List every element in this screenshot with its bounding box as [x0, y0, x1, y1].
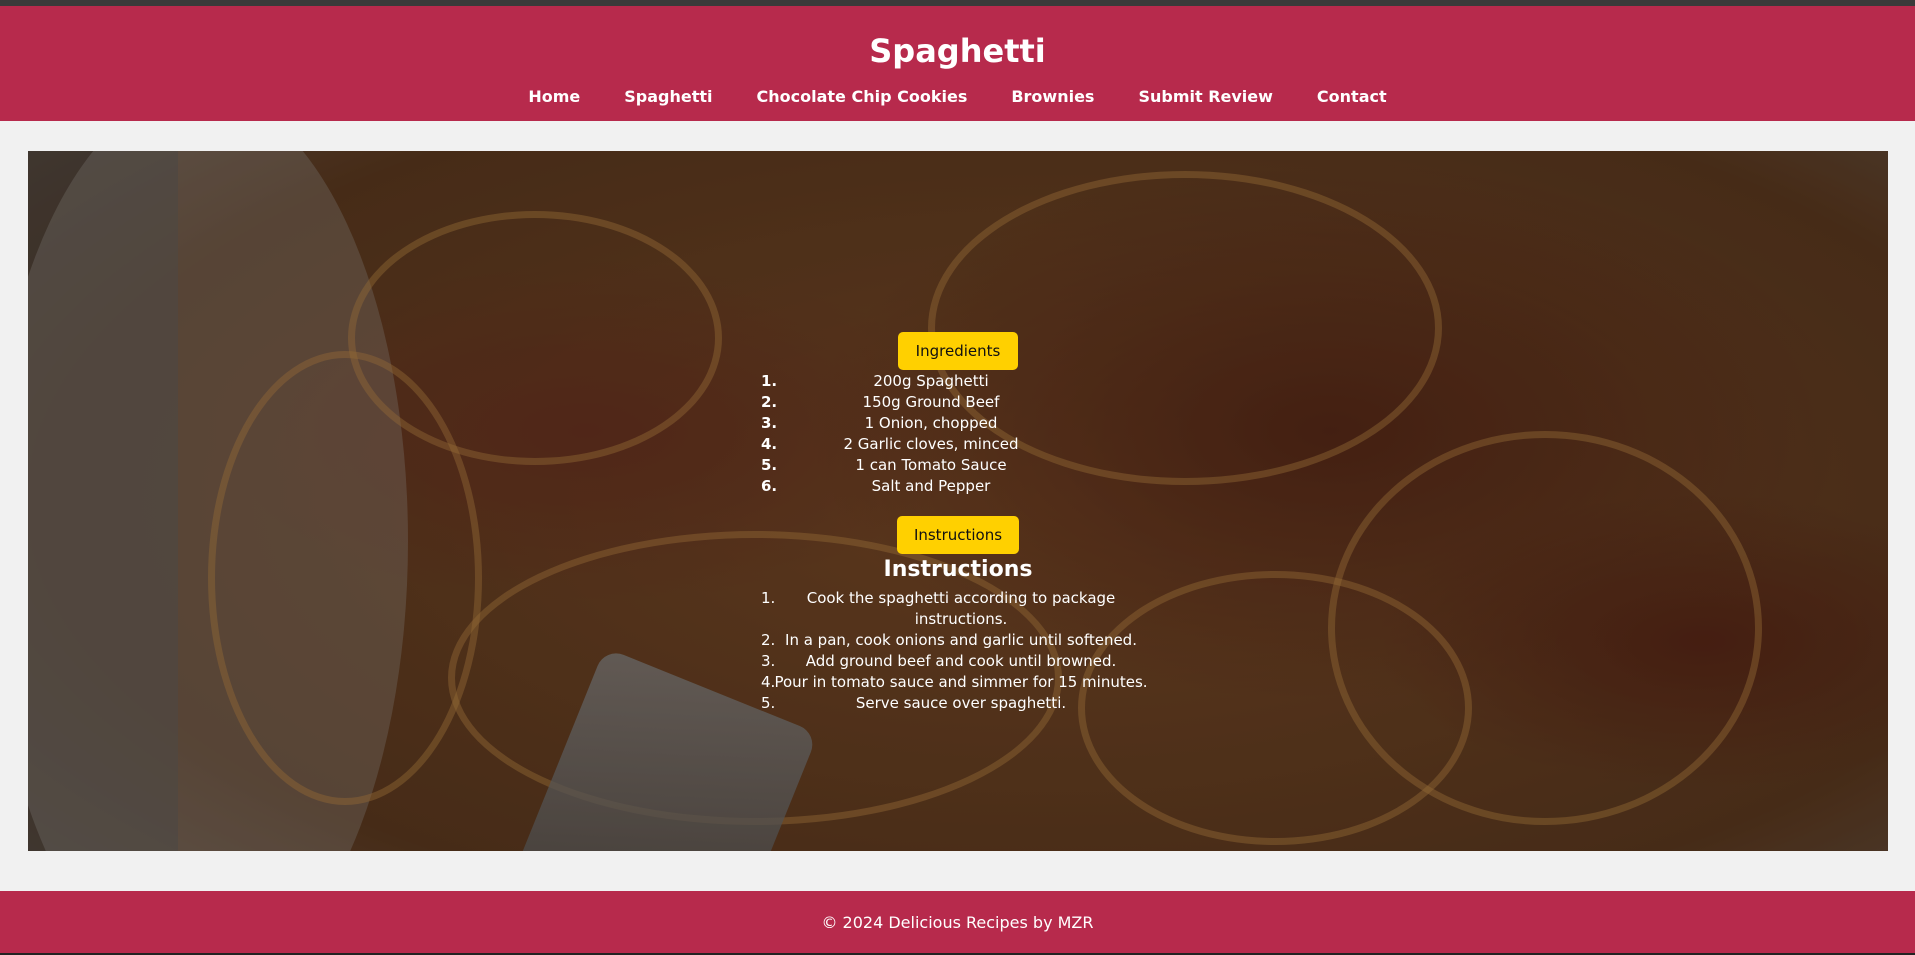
footer-copyright: © 2024 Delicious Recipes by MZR: [821, 913, 1094, 932]
list-item: 4. 2 Garlic cloves, minced: [761, 435, 1019, 453]
nav-home[interactable]: Home: [528, 81, 580, 113]
nav-brownies[interactable]: Brownies: [1011, 81, 1094, 113]
list-item: 4. Pour in tomato sauce and simmer for 15…: [761, 673, 1148, 691]
list-item: 2. 150g Ground Beef: [761, 393, 1000, 411]
list-item: 3. Add ground beef and cook until browned…: [761, 652, 1117, 670]
nav-submit-review[interactable]: Submit Review: [1138, 81, 1272, 113]
list-item: 1. 200g Spaghetti: [761, 372, 989, 390]
main-nav: Home Spaghetti Chocolate Chip Cookies Br…: [0, 81, 1915, 113]
site-footer: © 2024 Delicious Recipes by MZR: [0, 891, 1915, 955]
list-item: 5. Serve sauce over spaghetti.: [761, 694, 1067, 712]
recipe-hero: Ingredients 1. 200g Spaghetti 2. 150g Grou…: [28, 151, 1888, 851]
site-header: Spaghetti Home Spaghetti Chocolate Chip …: [0, 6, 1915, 121]
ingredients-list: 1. 200g Spaghetti 2. 150g Ground Beef 3. 1 …: [761, 371, 1101, 497]
list-item: 3. 1 Onion, chopped: [761, 414, 998, 432]
instructions-button[interactable]: Instructions: [897, 516, 1019, 554]
list-item: 1. Cook the spaghetti according to packag…: [761, 589, 1116, 628]
list-item: 5. 1 can Tomato Sauce: [761, 456, 1007, 474]
ingredients-button[interactable]: Ingredients: [898, 332, 1018, 370]
recipe-content: Ingredients 1. 200g Spaghetti 2. 150g Grou…: [28, 151, 1888, 851]
page-title: Spaghetti: [869, 32, 1046, 70]
instructions-heading: Instructions: [883, 557, 1033, 582]
list-item: 6. Salt and Pepper: [761, 477, 991, 495]
nav-contact[interactable]: Contact: [1317, 81, 1387, 113]
nav-spaghetti[interactable]: Spaghetti: [624, 81, 712, 113]
list-item: 2. In a pan, cook onions and garlic until…: [761, 631, 1137, 649]
instructions-list: 1. Cook the spaghetti according to packag…: [761, 588, 1161, 714]
nav-chocolate-chip-cookies[interactable]: Chocolate Chip Cookies: [757, 81, 968, 113]
